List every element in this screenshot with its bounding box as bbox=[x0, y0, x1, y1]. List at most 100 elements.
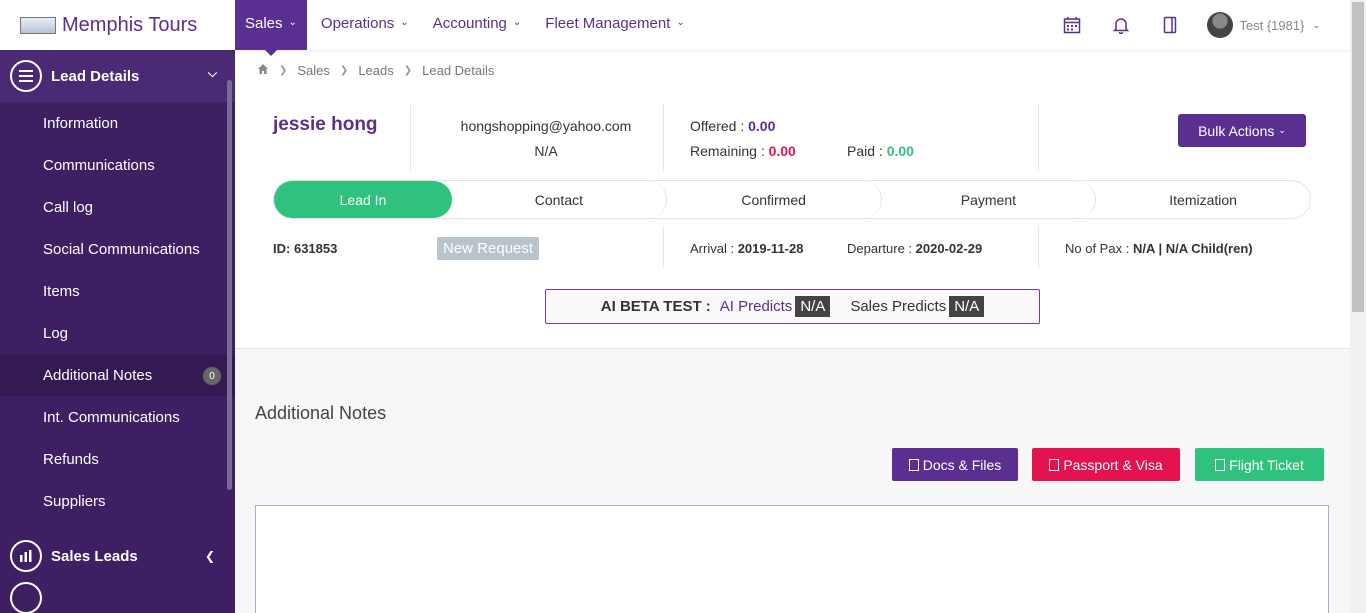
page-scrollbar[interactable] bbox=[1350, 0, 1366, 613]
step-itemization[interactable]: Itemization bbox=[1096, 181, 1310, 218]
divider bbox=[410, 105, 411, 171]
top-icons: Test {1981} ⌄ bbox=[1034, 0, 1350, 50]
chevron-right-icon: ❯ bbox=[403, 65, 413, 76]
pax-count: No of Pax : N/A | N/A Child(ren) bbox=[1065, 241, 1253, 256]
section-title-additional-notes: Additional Notes bbox=[255, 403, 387, 423]
pax-value: N/A | N/A Child(ren) bbox=[1132, 241, 1253, 256]
sidebar-item-label: Communications bbox=[43, 156, 155, 174]
ai-predicts-value: N/A bbox=[795, 296, 831, 317]
sidebar-item-suppliers[interactable]: Suppliers bbox=[0, 480, 235, 522]
chart-icon bbox=[10, 540, 42, 572]
lead-summary-card: ❯ Sales ❯ Leads ❯ Lead Details jessie ho… bbox=[235, 50, 1350, 349]
bulk-actions-button[interactable]: Bulk Actions ⌄ bbox=[1178, 114, 1306, 147]
ai-predicts-label: AI Predicts bbox=[719, 298, 793, 315]
lead-id-value: 631853 bbox=[293, 241, 338, 256]
chevron-down-icon: ⌄ bbox=[1278, 125, 1286, 135]
sales-predicts-value: N/A bbox=[949, 296, 985, 317]
sidebar-section-sales-leads[interactable]: Sales Leads ❮ bbox=[0, 528, 235, 584]
calendar-icon[interactable] bbox=[1061, 14, 1083, 36]
paid-label: Paid : bbox=[847, 143, 883, 159]
offered-value: 0.00 bbox=[748, 118, 776, 134]
main-nav: Sales ⌄ Operations ⌄ Accounting ⌄ Fleet Man… bbox=[235, 0, 699, 56]
nav-fleet-management[interactable]: Fleet Management ⌄ bbox=[535, 0, 694, 50]
docs-files-button[interactable]: Docs & Files bbox=[892, 448, 1018, 481]
brand[interactable]: Memphis Tours bbox=[0, 0, 235, 50]
breadcrumb: ❯ Sales ❯ Leads ❯ Lead Details bbox=[257, 63, 494, 78]
home-icon[interactable] bbox=[257, 63, 269, 78]
paid-amount: Paid : 0.00 bbox=[847, 143, 914, 159]
sidebar-item-items[interactable]: Items bbox=[0, 270, 235, 312]
file-icon bbox=[1049, 458, 1060, 471]
sidebar-scrollbar[interactable] bbox=[227, 80, 232, 490]
file-icon bbox=[908, 458, 919, 471]
chevron-down-icon: ⌄ bbox=[676, 17, 685, 28]
menu-icon bbox=[10, 60, 42, 92]
bulk-actions-label: Bulk Actions bbox=[1198, 122, 1275, 139]
lead-id-label: ID: bbox=[273, 241, 291, 256]
sidebar-item-additional-notes[interactable]: Additional Notes 0 bbox=[0, 354, 235, 396]
flight-ticket-label: Flight Ticket bbox=[1229, 456, 1304, 473]
sidebar-header-lead-details[interactable]: Lead Details ⌵ bbox=[0, 50, 235, 102]
chevron-right-icon: ❯ bbox=[279, 65, 288, 76]
sidebar-item-communications[interactable]: Communications bbox=[0, 144, 235, 186]
breadcrumb-sales[interactable]: Sales bbox=[297, 63, 330, 78]
nav-operations[interactable]: Operations ⌄ bbox=[311, 0, 419, 50]
sidebar-item-social-communications[interactable]: Social Communications bbox=[0, 228, 235, 270]
count-badge: 0 bbox=[203, 367, 221, 385]
step-payment[interactable]: Payment bbox=[882, 181, 1097, 218]
brand-logo bbox=[20, 16, 56, 34]
nav-label: Operations bbox=[320, 15, 395, 32]
step-confirmed[interactable]: Confirmed bbox=[667, 181, 882, 218]
step-contact[interactable]: Contact bbox=[452, 181, 667, 218]
sidebar-item-label: Information bbox=[43, 114, 119, 132]
sidebar-item-label: Log bbox=[43, 324, 69, 342]
sidebar-header-label: Lead Details bbox=[51, 67, 140, 85]
arrival-date: Arrival : 2019-11-28 bbox=[690, 241, 803, 256]
remaining-amount: Remaining : 0.00 bbox=[690, 143, 796, 159]
chevron-down-icon: ⌄ bbox=[512, 17, 522, 28]
book-icon[interactable] bbox=[1159, 14, 1181, 36]
ai-beta-test-box: AI BETA TEST : AI Predicts N/A Sales Pre… bbox=[545, 289, 1040, 324]
paid-value: 0.00 bbox=[886, 143, 914, 159]
step-lead-in[interactable]: Lead In bbox=[274, 181, 452, 218]
user-menu[interactable]: Test {1981} ⌄ bbox=[1207, 12, 1320, 38]
bell-icon[interactable] bbox=[1110, 14, 1132, 36]
lead-email: hongshopping@yahoo.com bbox=[460, 118, 632, 134]
sidebar-item-call-log[interactable]: Call log bbox=[0, 186, 235, 228]
sidebar-item-refunds[interactable]: Refunds bbox=[0, 438, 235, 480]
pax-label: No of Pax : bbox=[1065, 241, 1130, 256]
sidebar-item-information[interactable]: Information bbox=[0, 102, 235, 144]
notes-textarea[interactable] bbox=[255, 505, 1329, 613]
lead-phone: N/A bbox=[534, 143, 558, 159]
main-content: ❯ Sales ❯ Leads ❯ Lead Details jessie ho… bbox=[235, 50, 1350, 613]
lead-id: ID: 631853 bbox=[273, 241, 337, 256]
offered-label: Offered : bbox=[690, 118, 745, 134]
avatar bbox=[1207, 12, 1234, 38]
divider bbox=[663, 105, 664, 171]
sidebar-section-more[interactable] bbox=[0, 582, 235, 613]
passport-visa-button[interactable]: Passport & Visa bbox=[1032, 448, 1180, 481]
arrival-value: 2019-11-28 bbox=[737, 241, 804, 256]
brand-name: Memphis Tours bbox=[62, 13, 198, 36]
departure-date: Departure : 2020-02-29 bbox=[847, 241, 982, 256]
lead-progress-steps: Lead In Contact Confirmed Payment Itemiz… bbox=[273, 180, 1311, 219]
sales-predicts-label: Sales Predicts bbox=[850, 298, 947, 315]
departure-value: 2020-02-29 bbox=[915, 241, 983, 256]
sidebar-item-log[interactable]: Log bbox=[0, 312, 235, 354]
nav-sales[interactable]: Sales ⌄ bbox=[235, 0, 307, 56]
top-bar: Memphis Tours Sales ⌄ Operations ⌄ Account… bbox=[0, 0, 1350, 56]
flight-ticket-button[interactable]: Flight Ticket bbox=[1195, 448, 1324, 481]
nav-label: Fleet Management bbox=[545, 15, 671, 32]
breadcrumb-leads[interactable]: Leads bbox=[358, 63, 393, 78]
sidebar-item-label: Int. Communications bbox=[43, 408, 180, 426]
offered-amount: Offered : 0.00 bbox=[690, 118, 775, 134]
passport-visa-label: Passport & Visa bbox=[1063, 456, 1163, 473]
sidebar-item-label: Items bbox=[43, 282, 80, 300]
nav-label: Accounting bbox=[432, 15, 507, 32]
sidebar-item-int-communications[interactable]: Int. Communications bbox=[0, 396, 235, 438]
divider bbox=[663, 226, 664, 268]
chevron-down-icon[interactable]: ⌵ bbox=[208, 66, 217, 81]
remaining-label: Remaining : bbox=[690, 143, 765, 159]
scrollbar-thumb[interactable] bbox=[1352, 2, 1364, 312]
nav-accounting[interactable]: Accounting ⌄ bbox=[423, 0, 532, 50]
